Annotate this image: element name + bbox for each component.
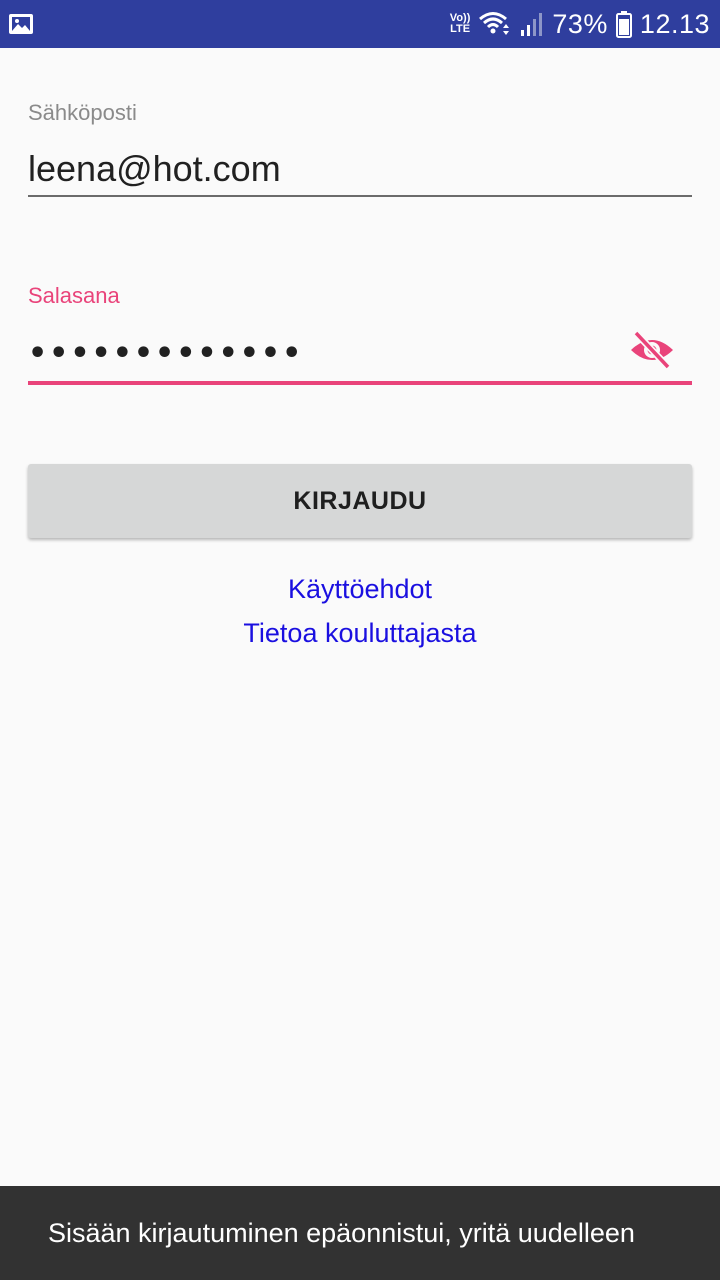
volte-bottom: LTE bbox=[450, 23, 471, 35]
email-underline bbox=[28, 195, 692, 197]
signal-icon bbox=[520, 11, 544, 37]
snackbar-message: Sisään kirjautuminen epäonnistui, yritä … bbox=[48, 1217, 635, 1248]
email-field[interactable] bbox=[28, 146, 692, 192]
battery-percent: 73% bbox=[552, 8, 608, 39]
image-icon bbox=[8, 13, 34, 35]
password-field[interactable]: ••••••••••••• bbox=[28, 330, 608, 376]
status-bar: Vo)) LTE 73% 12.13 bbox=[0, 0, 720, 48]
email-label: Sähköposti bbox=[28, 100, 137, 125]
terms-link[interactable]: Käyttöehdot bbox=[0, 574, 720, 605]
visibility-off-icon bbox=[629, 330, 675, 375]
password-underline bbox=[28, 381, 692, 385]
volte-indicator: Vo)) LTE bbox=[450, 13, 471, 35]
login-button[interactable]: KIRJAUDU bbox=[28, 464, 692, 538]
password-label: Salasana bbox=[28, 283, 120, 308]
password-visibility-toggle[interactable] bbox=[626, 330, 678, 374]
wifi-icon bbox=[478, 10, 512, 38]
clock: 12.13 bbox=[639, 8, 710, 39]
battery-icon bbox=[615, 10, 632, 38]
login-screen: Vo)) LTE 73% 12.13 Sähköposti leena@hot.… bbox=[0, 0, 720, 1280]
about-trainer-link[interactable]: Tietoa kouluttajasta bbox=[0, 618, 720, 649]
snackbar: Sisään kirjautuminen epäonnistui, yritä … bbox=[0, 1186, 720, 1280]
